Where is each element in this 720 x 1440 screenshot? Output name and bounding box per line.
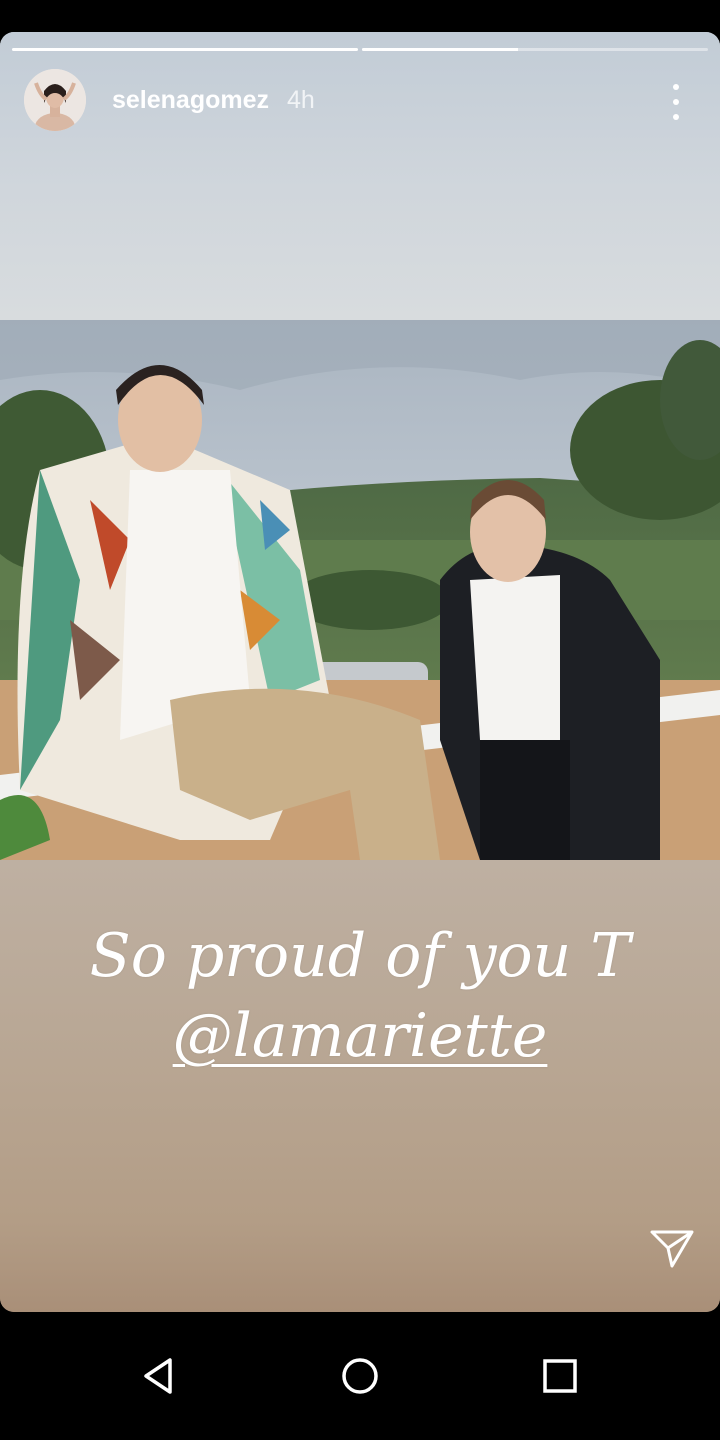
story-viewer[interactable]: selenagomez 4h So proud of you T @lamari… (0, 32, 720, 1312)
story-caption: So proud of you T @lamariette (0, 916, 720, 1076)
story-progress-segment-1 (12, 48, 358, 51)
status-bar (0, 0, 720, 32)
mention-link[interactable]: @lamariette (173, 1001, 548, 1071)
story-username[interactable]: selenagomez (112, 86, 269, 115)
more-dot (673, 84, 679, 90)
avatar-image (24, 69, 86, 131)
story-progress-fill-1 (12, 48, 358, 51)
more-dot (673, 114, 679, 120)
back-triangle-icon[interactable] (100, 1312, 220, 1440)
story-progress-fill-2 (362, 48, 518, 51)
avatar[interactable] (24, 69, 86, 131)
caption-text: So proud of you T (89, 921, 631, 991)
story-header: selenagomez 4h (24, 68, 696, 132)
home-circle-icon[interactable] (300, 1312, 420, 1440)
more-dot (673, 99, 679, 105)
send-icon[interactable] (648, 1226, 696, 1270)
story-photo (0, 320, 720, 860)
recents-square-icon[interactable] (500, 1312, 620, 1440)
more-vertical-icon[interactable] (656, 84, 696, 120)
system-nav-bar (0, 1312, 720, 1440)
story-timestamp: 4h (287, 85, 315, 114)
story-progress-segment-2 (362, 48, 708, 51)
